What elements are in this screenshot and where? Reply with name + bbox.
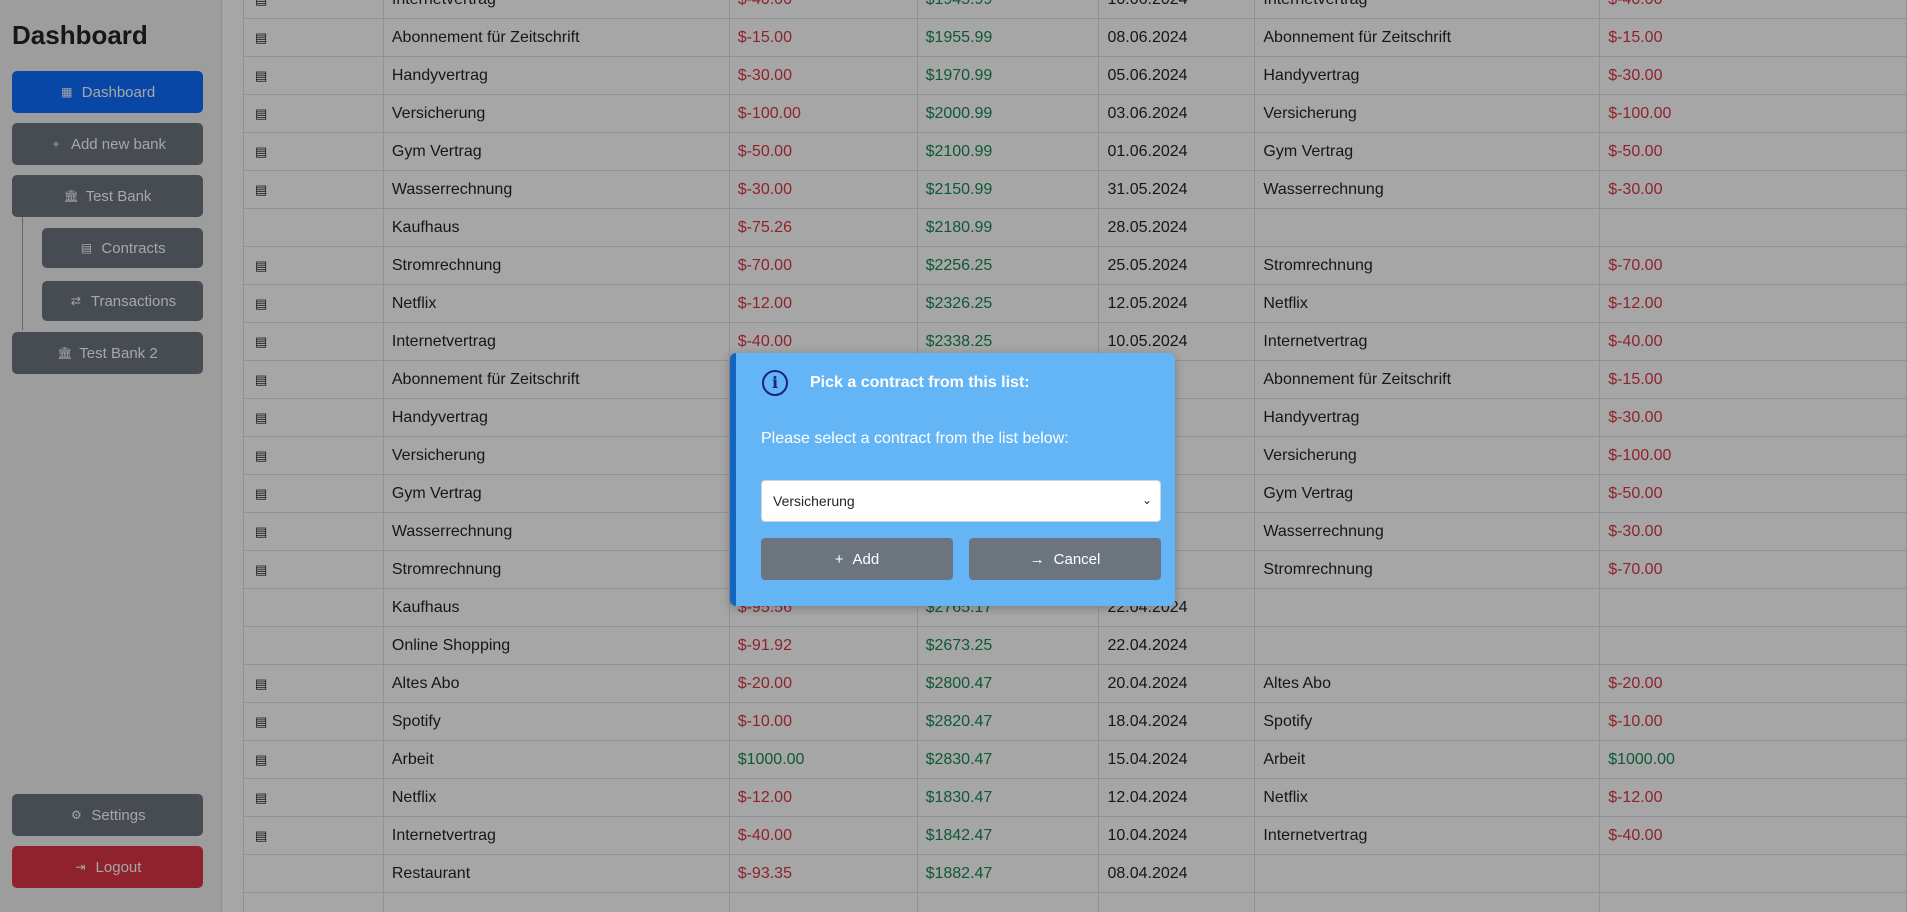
contract-select-value: Versicherung	[773, 493, 855, 509]
contract-select[interactable]: Versicherung ⌄	[761, 480, 1161, 522]
pick-contract-dialog: i Pick a contract from this list: Please…	[730, 353, 1175, 606]
add-button-label: Add	[852, 550, 880, 568]
dialog-message: Please select a contract from the list b…	[761, 430, 1069, 447]
dialog-title: Pick a contract from this list:	[810, 374, 1030, 391]
cancel-button[interactable]: → Cancel	[969, 538, 1161, 580]
info-icon: i	[762, 370, 788, 396]
add-button[interactable]: + Add	[761, 538, 953, 580]
chevron-down-icon: ⌄	[1141, 493, 1152, 507]
arrow-right-icon: →	[1029, 550, 1045, 568]
cancel-button-label: Cancel	[1053, 550, 1101, 568]
plus-icon: +	[834, 550, 844, 568]
